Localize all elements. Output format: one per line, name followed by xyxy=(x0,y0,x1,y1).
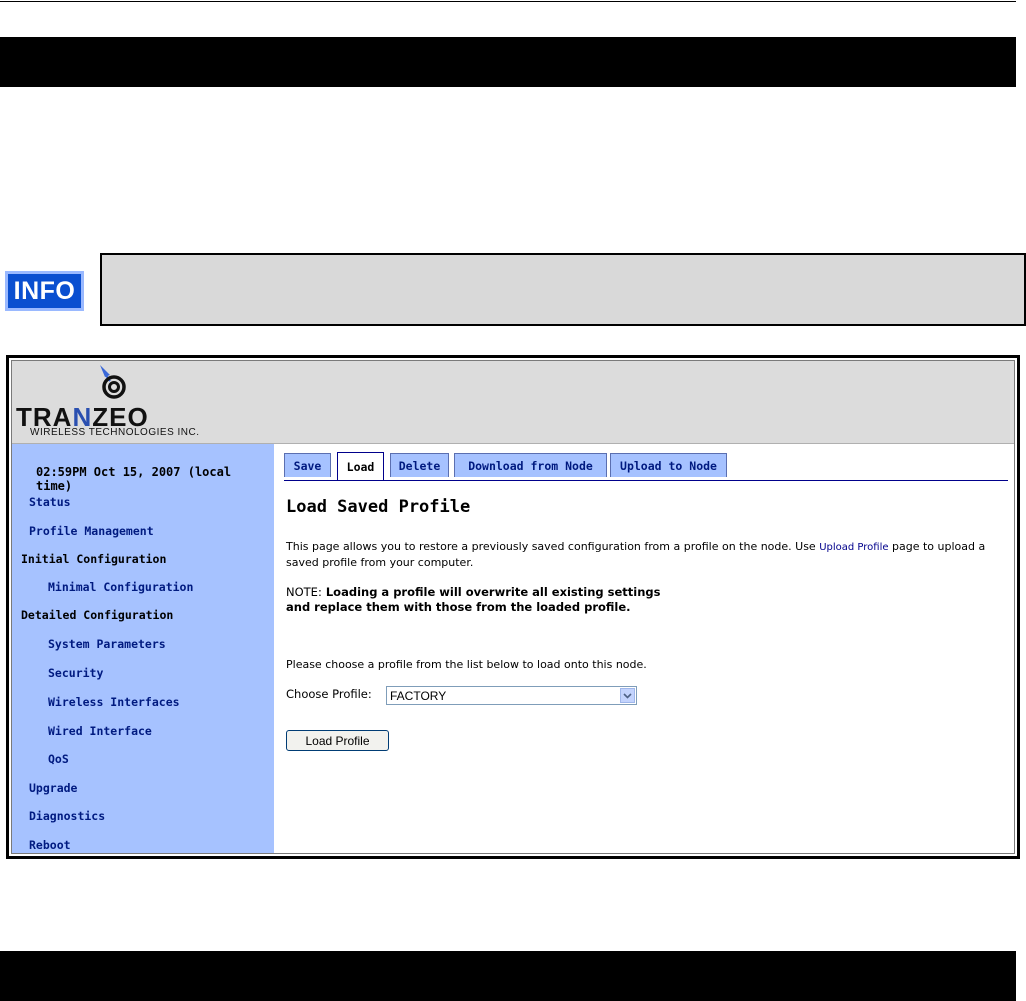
top-rule xyxy=(0,1,1016,2)
note-prefix: NOTE: xyxy=(286,585,322,599)
sidebar-item-upgrade[interactable]: Upgrade xyxy=(29,781,77,795)
tranzeo-logo-icon xyxy=(100,365,126,399)
brand-tagline: WIRELESS TECHNOLOGIES INC. xyxy=(30,427,200,438)
profile-select[interactable]: FACTORY xyxy=(386,686,637,705)
main-content: Save Load Delete Download from Node Uplo… xyxy=(274,444,1014,853)
header-black-bar xyxy=(0,37,1016,87)
tab-delete[interactable]: Delete xyxy=(390,453,449,477)
clock-readout: 02:59PM Oct 15, 2007 (local time) xyxy=(36,465,232,493)
sidebar-item-security[interactable]: Security xyxy=(48,666,103,680)
footer-black-bar xyxy=(0,951,1016,1001)
sidebar-item-wireless-interfaces[interactable]: Wireless Interfaces xyxy=(48,695,180,709)
info-badge: INFO xyxy=(5,271,84,311)
note-paragraph: NOTE: Loading a profile will overwrite a… xyxy=(286,585,686,615)
upload-profile-link[interactable]: Upload Profile xyxy=(819,542,888,553)
sidebar-heading-initial-configuration: Initial Configuration xyxy=(21,552,167,566)
choose-profile-label: Choose Profile: xyxy=(286,687,372,701)
profile-select-value: FACTORY xyxy=(390,689,447,703)
tab-save[interactable]: Save xyxy=(284,453,331,477)
sidebar-item-profile-management[interactable]: Profile Management xyxy=(29,524,154,538)
sidebar-heading-detailed-configuration: Detailed Configuration xyxy=(21,608,174,622)
sidebar: 02:59PM Oct 15, 2007 (local time) Status… xyxy=(12,444,274,853)
note-text: Loading a profile will overwrite all exi… xyxy=(286,585,661,614)
tab-upload-to-node[interactable]: Upload to Node xyxy=(610,453,727,477)
browser-page: TRANZEO WIRELESS TECHNOLOGIES INC. 02:59… xyxy=(11,360,1015,854)
intro-paragraph: This page allows you to restore a previo… xyxy=(286,539,1006,570)
intro-text-1: This page allows you to restore a previo… xyxy=(286,540,816,553)
sidebar-item-system-parameters[interactable]: System Parameters xyxy=(48,637,166,651)
sidebar-item-status[interactable]: Status xyxy=(29,495,71,509)
page-title: Load Saved Profile xyxy=(286,497,471,517)
sidebar-item-wired-interface[interactable]: Wired Interface xyxy=(48,724,152,738)
tab-download-from-node[interactable]: Download from Node xyxy=(454,453,607,477)
chevron-down-icon[interactable] xyxy=(620,688,635,703)
sidebar-item-diagnostics[interactable]: Diagnostics xyxy=(29,809,105,823)
sidebar-item-minimal-configuration[interactable]: Minimal Configuration xyxy=(48,580,193,594)
choose-instruction: Please choose a profile from the list be… xyxy=(286,658,647,671)
load-profile-button[interactable]: Load Profile xyxy=(286,730,389,751)
screenshot-frame: TRANZEO WIRELESS TECHNOLOGIES INC. 02:59… xyxy=(6,355,1020,859)
info-box xyxy=(100,253,1026,326)
info-badge-label: INFO xyxy=(13,276,76,305)
sidebar-item-qos[interactable]: QoS xyxy=(48,752,69,766)
tab-bar: Save Load Delete Download from Node Uplo… xyxy=(284,452,1008,481)
page-header: TRANZEO WIRELESS TECHNOLOGIES INC. xyxy=(12,361,1014,444)
sidebar-item-reboot[interactable]: Reboot xyxy=(29,838,71,852)
tab-load[interactable]: Load xyxy=(337,452,384,480)
